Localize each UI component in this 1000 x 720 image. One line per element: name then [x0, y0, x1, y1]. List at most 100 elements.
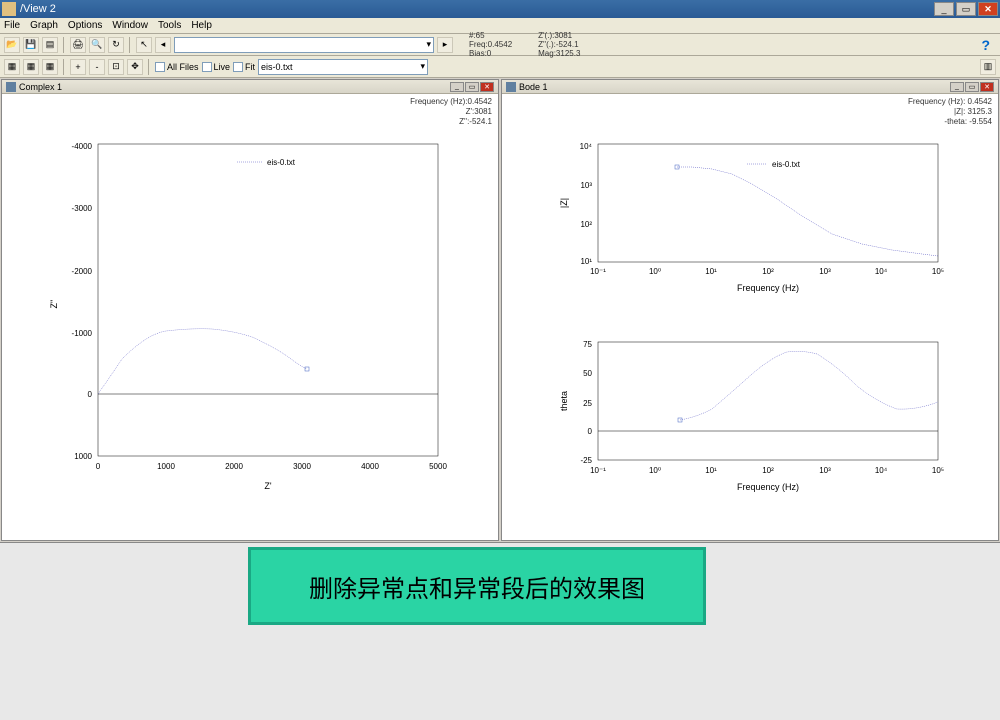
- status-right: Z'(.):3081Z''(.):-524.1Mag:3125.3: [538, 31, 580, 58]
- pane-bode: Bode 1 _ ▭ ✕ Frequency (Hz): 0.4542|Z|: …: [501, 79, 999, 541]
- menu-file[interactable]: File: [4, 20, 20, 31]
- svg-text:10⁰: 10⁰: [649, 466, 661, 475]
- cursor-icon[interactable]: ↖: [136, 37, 152, 53]
- svg-text:10¹: 10¹: [705, 267, 717, 276]
- svg-text:10⁻¹: 10⁻¹: [590, 466, 606, 475]
- pane-max-button[interactable]: ▭: [965, 82, 979, 92]
- svg-text:eis-0.txt: eis-0.txt: [772, 160, 801, 169]
- status-left: #:65Freq:0.4542Bias:0: [469, 31, 512, 58]
- close-button[interactable]: ✕: [978, 2, 998, 16]
- annotation-callout: 删除异常点和异常段后的效果图: [248, 547, 706, 625]
- next-icon[interactable]: ▸: [437, 37, 453, 53]
- nyquist-plot[interactable]: -4000 -3000 -2000 -1000 0 1000 0 1000 20…: [2, 94, 498, 540]
- open-icon[interactable]: 📂: [4, 37, 20, 53]
- svg-text:10⁴: 10⁴: [875, 466, 888, 475]
- svg-text:0: 0: [96, 462, 101, 471]
- svg-text:10⁵: 10⁵: [932, 466, 944, 475]
- svg-text:-2000: -2000: [72, 267, 93, 276]
- menu-window[interactable]: Window: [112, 20, 148, 31]
- zoom-icon[interactable]: 🔍: [89, 37, 105, 53]
- pane-complex: Complex 1 _ ▭ ✕ Frequency (Hz):0.4542Z':…: [1, 79, 499, 541]
- app-icon: [2, 2, 16, 16]
- svg-text:theta: theta: [559, 391, 569, 411]
- pan-icon[interactable]: ✥: [127, 59, 143, 75]
- title-bar: /View 2 _ ▭ ✕: [0, 0, 1000, 18]
- pane-min-button[interactable]: _: [450, 82, 464, 92]
- tool-x-icon[interactable]: ▥: [980, 59, 996, 75]
- fit-checkbox[interactable]: Fit: [233, 62, 255, 72]
- zoomout-icon[interactable]: -: [89, 59, 105, 75]
- svg-text:-1000: -1000: [72, 329, 93, 338]
- file-combo-2[interactable]: eis-0.txt▾: [258, 59, 428, 75]
- svg-text:10³: 10³: [580, 181, 592, 190]
- svg-text:10²: 10²: [762, 466, 774, 475]
- grid3-icon[interactable]: ▦: [42, 59, 58, 75]
- pane-complex-title: Complex 1: [19, 82, 62, 92]
- svg-text:10⁻¹: 10⁻¹: [590, 267, 606, 276]
- svg-text:10²: 10²: [580, 220, 592, 229]
- bode-plots[interactable]: 10⁴ 10³ 10² 10¹ 10⁻¹ 10⁰ 10¹ 10² 10³ 10⁴…: [502, 94, 998, 540]
- svg-text:5000: 5000: [429, 462, 447, 471]
- allfiles-checkbox[interactable]: All Files: [155, 62, 199, 72]
- svg-text:10³: 10³: [819, 267, 831, 276]
- svg-text:eis-0.txt: eis-0.txt: [267, 158, 296, 167]
- svg-text:-25: -25: [580, 456, 592, 465]
- pane-max-button[interactable]: ▭: [465, 82, 479, 92]
- saveall-icon[interactable]: ▤: [42, 37, 58, 53]
- svg-text:Frequency (Hz): Frequency (Hz): [737, 482, 799, 492]
- svg-text:1000: 1000: [157, 462, 175, 471]
- file-combo-1[interactable]: ▾: [174, 37, 434, 53]
- svg-text:10⁴: 10⁴: [875, 267, 888, 276]
- fit-icon[interactable]: ⊡: [108, 59, 124, 75]
- svg-text:Frequency (Hz): Frequency (Hz): [737, 283, 799, 293]
- svg-text:|Z|: |Z|: [559, 198, 569, 208]
- svg-text:2000: 2000: [225, 462, 243, 471]
- svg-text:4000: 4000: [361, 462, 379, 471]
- svg-text:0: 0: [588, 427, 593, 436]
- svg-text:Z'': Z'': [49, 299, 59, 308]
- refresh-icon[interactable]: ↻: [108, 37, 124, 53]
- svg-text:10¹: 10¹: [580, 257, 592, 266]
- minimize-button[interactable]: _: [934, 2, 954, 16]
- toolbar-1: 📂 💾 ▤ 🖨 🔍 ↻ ↖ ◂ ▾ ▸ #:65Freq:0.4542Bias:…: [0, 34, 1000, 56]
- menu-options[interactable]: Options: [68, 20, 102, 31]
- prev-icon[interactable]: ◂: [155, 37, 171, 53]
- workspace: Complex 1 _ ▭ ✕ Frequency (Hz):0.4542Z':…: [0, 78, 1000, 542]
- svg-text:-4000: -4000: [72, 142, 93, 151]
- zoomin-icon[interactable]: +: [70, 59, 86, 75]
- svg-text:-3000: -3000: [72, 204, 93, 213]
- window-title: /View 2: [20, 3, 56, 15]
- pane-close-button[interactable]: ✕: [980, 82, 994, 92]
- pane-icon: [506, 82, 516, 92]
- live-checkbox[interactable]: Live: [202, 62, 231, 72]
- pane-icon: [6, 82, 16, 92]
- help-icon[interactable]: ?: [981, 37, 990, 53]
- print-icon[interactable]: 🖨: [70, 37, 86, 53]
- pane-min-button[interactable]: _: [950, 82, 964, 92]
- svg-text:3000: 3000: [293, 462, 311, 471]
- svg-text:10¹: 10¹: [705, 466, 717, 475]
- svg-text:10⁴: 10⁴: [580, 142, 593, 151]
- pane-bode-header[interactable]: Bode 1 _ ▭ ✕: [502, 80, 998, 94]
- svg-text:10³: 10³: [819, 466, 831, 475]
- svg-text:0: 0: [88, 390, 93, 399]
- svg-text:50: 50: [583, 369, 592, 378]
- pane-bode-title: Bode 1: [519, 82, 548, 92]
- pane-complex-header[interactable]: Complex 1 _ ▭ ✕: [2, 80, 498, 94]
- toolbar-2: ▦ ▦ ▦ + - ⊡ ✥ All Files Live Fit eis-0.t…: [0, 56, 1000, 78]
- svg-text:1000: 1000: [74, 452, 92, 461]
- pane-close-button[interactable]: ✕: [480, 82, 494, 92]
- svg-text:Z': Z': [264, 481, 271, 491]
- menu-tools[interactable]: Tools: [158, 20, 181, 31]
- save-icon[interactable]: 💾: [23, 37, 39, 53]
- svg-text:10⁰: 10⁰: [649, 267, 661, 276]
- maximize-button[interactable]: ▭: [956, 2, 976, 16]
- svg-text:75: 75: [583, 340, 592, 349]
- grid2-icon[interactable]: ▦: [23, 59, 39, 75]
- svg-text:25: 25: [583, 399, 592, 408]
- svg-text:10²: 10²: [762, 267, 774, 276]
- menu-help[interactable]: Help: [191, 20, 212, 31]
- grid1-icon[interactable]: ▦: [4, 59, 20, 75]
- svg-text:10⁵: 10⁵: [932, 267, 944, 276]
- menu-graph[interactable]: Graph: [30, 20, 58, 31]
